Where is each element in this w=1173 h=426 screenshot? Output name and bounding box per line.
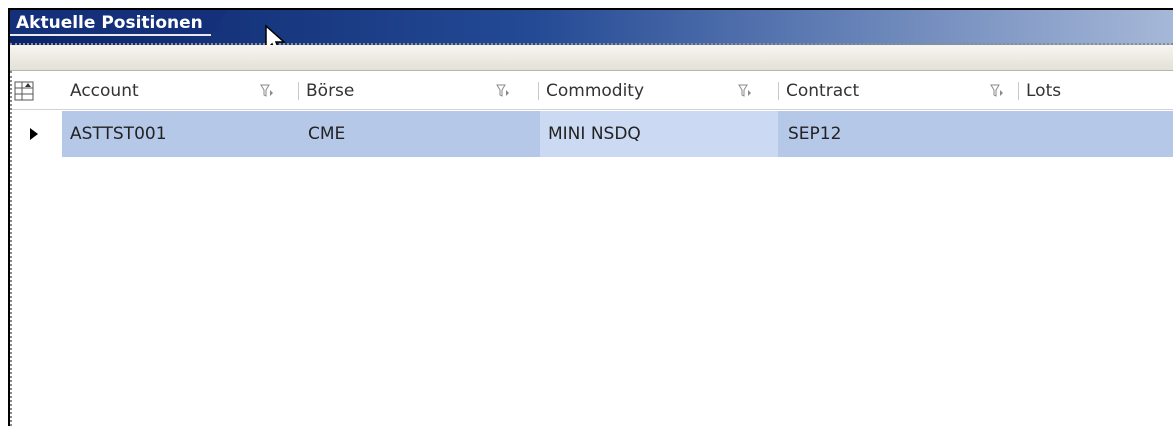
column-separator[interactable]: [778, 82, 779, 100]
column-header-commodity[interactable]: Commodity: [540, 72, 780, 110]
window-title: Aktuelle Positionen: [10, 10, 227, 36]
column-separator[interactable]: [1018, 82, 1019, 100]
cell-boerse[interactable]: CME: [308, 111, 538, 157]
filter-icon[interactable]: [496, 84, 510, 98]
column-separator[interactable]: [298, 82, 299, 100]
column-header-account[interactable]: Account: [64, 72, 300, 110]
filter-icon[interactable]: [738, 84, 752, 98]
title-bar[interactable]: Aktuelle Positionen: [10, 10, 1173, 45]
cell-account[interactable]: ASTTST001: [70, 111, 300, 157]
positions-window: Aktuelle Positionen Account Börse Commod…: [8, 8, 1173, 426]
grid-header: Account Börse Commodity Contract Lots: [10, 72, 1173, 110]
left-border: [10, 71, 15, 426]
column-header-contract[interactable]: Contract: [780, 72, 1020, 110]
column-chooser-icon[interactable]: [14, 81, 34, 101]
filter-icon[interactable]: [260, 84, 274, 98]
cell-lots[interactable]: [1028, 111, 1168, 157]
column-header-label: Lots: [1026, 81, 1062, 101]
grid-toolbar-strip: [10, 45, 1173, 71]
column-header-label: Commodity: [546, 81, 645, 101]
current-row-indicator-icon: [30, 128, 38, 140]
column-header-boerse[interactable]: Börse: [300, 72, 540, 110]
column-header-label: Account: [70, 81, 139, 101]
filter-icon[interactable]: [990, 84, 1004, 98]
cell-contract[interactable]: SEP12: [788, 111, 1018, 157]
column-header-label: Contract: [786, 81, 860, 101]
column-header-label: Börse: [306, 81, 355, 101]
cell-commodity[interactable]: MINI NSDQ: [540, 111, 778, 157]
column-separator[interactable]: [538, 82, 539, 100]
table-row[interactable]: ASTTST001 CME MINI NSDQ SEP12: [62, 111, 1173, 157]
column-header-lots[interactable]: Lots: [1020, 72, 1173, 110]
